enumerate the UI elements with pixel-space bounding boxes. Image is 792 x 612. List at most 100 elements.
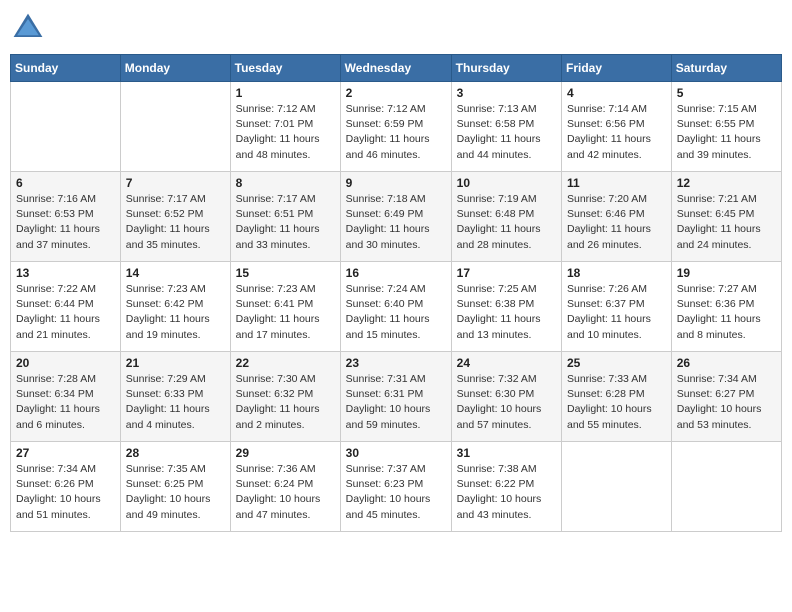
calendar-cell: 20 Sunrise: 7:28 AMSunset: 6:34 PMDayligh… — [11, 352, 121, 442]
day-number: 17 — [457, 266, 556, 280]
calendar-cell — [562, 442, 672, 532]
day-info: Sunrise: 7:17 AMSunset: 6:52 PMDaylight:… — [126, 192, 225, 253]
day-number: 26 — [677, 356, 776, 370]
day-number: 20 — [16, 356, 115, 370]
day-number: 13 — [16, 266, 115, 280]
day-info: Sunrise: 7:26 AMSunset: 6:37 PMDaylight:… — [567, 282, 666, 343]
calendar-week-1: 1Sunrise: 7:12 AMSunset: 7:01 PMDaylight… — [11, 82, 782, 172]
calendar-cell: 14 Sunrise: 7:23 AMSunset: 6:42 PMDayligh… — [120, 262, 230, 352]
logo-icon — [10, 10, 46, 46]
day-info: Sunrise: 7:27 AMSunset: 6:36 PMDaylight:… — [677, 282, 776, 343]
calendar-cell: 22 Sunrise: 7:30 AMSunset: 6:32 PMDayligh… — [230, 352, 340, 442]
calendar-cell: 2 Sunrise: 7:12 AMSunset: 6:59 PMDaylight… — [340, 82, 451, 172]
header-friday: Friday — [562, 55, 672, 82]
day-number: 2 — [346, 86, 446, 100]
header-thursday: Thursday — [451, 55, 561, 82]
calendar-cell: 18 Sunrise: 7:26 AMSunset: 6:37 PMDayligh… — [562, 262, 672, 352]
calendar-cell: 24 Sunrise: 7:32 AMSunset: 6:30 PMDayligh… — [451, 352, 561, 442]
day-info: Sunrise: 7:37 AMSunset: 6:23 PMDaylight:… — [346, 462, 446, 523]
day-number: 1 — [236, 86, 335, 100]
day-info: Sunrise: 7:29 AMSunset: 6:33 PMDaylight:… — [126, 372, 225, 433]
day-number: 8 — [236, 176, 335, 190]
calendar-week-3: 13 Sunrise: 7:22 AMSunset: 6:44 PMDayligh… — [11, 262, 782, 352]
calendar-cell: 30 Sunrise: 7:37 AMSunset: 6:23 PMDayligh… — [340, 442, 451, 532]
day-info: Sunrise: 7:16 AMSunset: 6:53 PMDaylight:… — [16, 192, 115, 253]
day-number: 22 — [236, 356, 335, 370]
header-tuesday: Tuesday — [230, 55, 340, 82]
calendar-cell: 19 Sunrise: 7:27 AMSunset: 6:36 PMDayligh… — [671, 262, 781, 352]
day-info: Sunrise: 7:14 AMSunset: 6:56 PMDaylight:… — [567, 102, 666, 163]
day-number: 28 — [126, 446, 225, 460]
day-number: 23 — [346, 356, 446, 370]
day-number: 18 — [567, 266, 666, 280]
calendar-cell: 11 Sunrise: 7:20 AMSunset: 6:46 PMDayligh… — [562, 172, 672, 262]
day-number: 25 — [567, 356, 666, 370]
calendar-cell: 4 Sunrise: 7:14 AMSunset: 6:56 PMDaylight… — [562, 82, 672, 172]
calendar-cell: 8 Sunrise: 7:17 AMSunset: 6:51 PMDaylight… — [230, 172, 340, 262]
calendar-week-4: 20 Sunrise: 7:28 AMSunset: 6:34 PMDayligh… — [11, 352, 782, 442]
day-info: Sunrise: 7:30 AMSunset: 6:32 PMDaylight:… — [236, 372, 335, 433]
day-info: Sunrise: 7:24 AMSunset: 6:40 PMDaylight:… — [346, 282, 446, 343]
day-number: 4 — [567, 86, 666, 100]
calendar-cell: 16 Sunrise: 7:24 AMSunset: 6:40 PMDayligh… — [340, 262, 451, 352]
calendar-cell: 31Sunrise: 7:38 AMSunset: 6:22 PMDayligh… — [451, 442, 561, 532]
calendar-week-5: 27 Sunrise: 7:34 AMSunset: 6:26 PMDayligh… — [11, 442, 782, 532]
calendar-cell: 17Sunrise: 7:25 AMSunset: 6:38 PMDayligh… — [451, 262, 561, 352]
day-info: Sunrise: 7:35 AMSunset: 6:25 PMDaylight:… — [126, 462, 225, 523]
day-info: Sunrise: 7:12 AMSunset: 6:59 PMDaylight:… — [346, 102, 446, 163]
day-info: Sunrise: 7:21 AMSunset: 6:45 PMDaylight:… — [677, 192, 776, 253]
day-info: Sunrise: 7:32 AMSunset: 6:30 PMDaylight:… — [457, 372, 556, 433]
calendar-cell — [120, 82, 230, 172]
day-number: 15 — [236, 266, 335, 280]
calendar-cell: 27 Sunrise: 7:34 AMSunset: 6:26 PMDayligh… — [11, 442, 121, 532]
calendar-table: SundayMondayTuesdayWednesdayThursdayFrid… — [10, 54, 782, 532]
day-info: Sunrise: 7:20 AMSunset: 6:46 PMDaylight:… — [567, 192, 666, 253]
calendar-cell: 1Sunrise: 7:12 AMSunset: 7:01 PMDaylight… — [230, 82, 340, 172]
day-info: Sunrise: 7:36 AMSunset: 6:24 PMDaylight:… — [236, 462, 335, 523]
calendar-cell: 28 Sunrise: 7:35 AMSunset: 6:25 PMDayligh… — [120, 442, 230, 532]
day-number: 19 — [677, 266, 776, 280]
header-saturday: Saturday — [671, 55, 781, 82]
day-info: Sunrise: 7:22 AMSunset: 6:44 PMDaylight:… — [16, 282, 115, 343]
calendar-cell: 15 Sunrise: 7:23 AMSunset: 6:41 PMDayligh… — [230, 262, 340, 352]
calendar-cell: 23 Sunrise: 7:31 AMSunset: 6:31 PMDayligh… — [340, 352, 451, 442]
calendar-cell: 12 Sunrise: 7:21 AMSunset: 6:45 PMDayligh… — [671, 172, 781, 262]
day-info: Sunrise: 7:34 AMSunset: 6:27 PMDaylight:… — [677, 372, 776, 433]
day-number: 21 — [126, 356, 225, 370]
day-number: 30 — [346, 446, 446, 460]
day-info: Sunrise: 7:23 AMSunset: 6:42 PMDaylight:… — [126, 282, 225, 343]
day-number: 7 — [126, 176, 225, 190]
day-info: Sunrise: 7:28 AMSunset: 6:34 PMDaylight:… — [16, 372, 115, 433]
day-info: Sunrise: 7:34 AMSunset: 6:26 PMDaylight:… — [16, 462, 115, 523]
calendar-cell: 21 Sunrise: 7:29 AMSunset: 6:33 PMDayligh… — [120, 352, 230, 442]
calendar-cell: 13 Sunrise: 7:22 AMSunset: 6:44 PMDayligh… — [11, 262, 121, 352]
calendar-cell: 6 Sunrise: 7:16 AMSunset: 6:53 PMDaylight… — [11, 172, 121, 262]
day-number: 14 — [126, 266, 225, 280]
calendar-cell: 29Sunrise: 7:36 AMSunset: 6:24 PMDayligh… — [230, 442, 340, 532]
day-info: Sunrise: 7:17 AMSunset: 6:51 PMDaylight:… — [236, 192, 335, 253]
day-info: Sunrise: 7:18 AMSunset: 6:49 PMDaylight:… — [346, 192, 446, 253]
day-info: Sunrise: 7:23 AMSunset: 6:41 PMDaylight:… — [236, 282, 335, 343]
header-sunday: Sunday — [11, 55, 121, 82]
calendar-cell: 7 Sunrise: 7:17 AMSunset: 6:52 PMDaylight… — [120, 172, 230, 262]
calendar-cell: 9 Sunrise: 7:18 AMSunset: 6:49 PMDaylight… — [340, 172, 451, 262]
day-info: Sunrise: 7:13 AMSunset: 6:58 PMDaylight:… — [457, 102, 556, 163]
day-number: 3 — [457, 86, 556, 100]
day-info: Sunrise: 7:31 AMSunset: 6:31 PMDaylight:… — [346, 372, 446, 433]
calendar-cell — [11, 82, 121, 172]
header-monday: Monday — [120, 55, 230, 82]
logo — [10, 10, 50, 46]
day-number: 9 — [346, 176, 446, 190]
calendar-cell: 25Sunrise: 7:33 AMSunset: 6:28 PMDayligh… — [562, 352, 672, 442]
day-number: 12 — [677, 176, 776, 190]
day-number: 31 — [457, 446, 556, 460]
calendar-cell: 26 Sunrise: 7:34 AMSunset: 6:27 PMDayligh… — [671, 352, 781, 442]
calendar-cell: 5Sunrise: 7:15 AMSunset: 6:55 PMDaylight… — [671, 82, 781, 172]
day-number: 6 — [16, 176, 115, 190]
day-number: 16 — [346, 266, 446, 280]
day-number: 10 — [457, 176, 556, 190]
day-number: 11 — [567, 176, 666, 190]
day-number: 27 — [16, 446, 115, 460]
day-info: Sunrise: 7:19 AMSunset: 6:48 PMDaylight:… — [457, 192, 556, 253]
day-number: 24 — [457, 356, 556, 370]
